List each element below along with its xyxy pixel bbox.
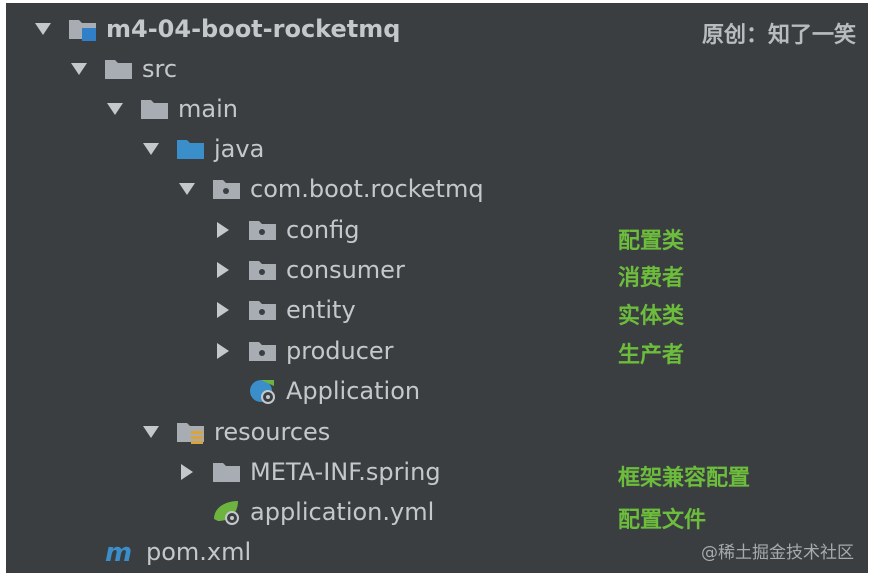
tree-node-label: resources — [214, 418, 331, 446]
annotation-metainf: 框架兼容配置 — [618, 466, 751, 491]
package-folder-icon — [212, 176, 242, 202]
source-root-folder-icon — [176, 136, 206, 162]
maven-icon: m — [104, 539, 138, 565]
tree-node-label: pom.xml — [146, 538, 252, 566]
tree-node-label: META-INF.spring — [250, 458, 441, 486]
tree-node-consumer[interactable]: consumer — [212, 252, 405, 288]
tree-node-label: com.boot.rocketmq — [250, 175, 484, 203]
tree-node-package[interactable]: com.boot.rocketmq — [176, 171, 484, 207]
module-folder-icon — [68, 16, 98, 42]
chevron-down-icon[interactable] — [32, 18, 54, 40]
package-folder-icon — [248, 257, 278, 283]
tree-node-resources[interactable]: resources — [140, 414, 330, 450]
tree-node-label: consumer — [286, 256, 405, 284]
watermark: @稀土掘金技术社区 — [701, 543, 854, 563]
annotation-producer: 生产者 — [618, 343, 685, 368]
tree-node-config[interactable]: config — [212, 212, 359, 248]
credit-label: 原创：知了一笑 — [701, 23, 856, 48]
tree-node-label: Application — [286, 377, 421, 405]
package-folder-icon — [248, 338, 278, 364]
tree-node-appyml[interactable]: application.yml — [212, 494, 434, 530]
tree-node-label: m4-04-boot-rocketmq — [106, 15, 401, 43]
tree-node-root[interactable]: m4-04-boot-rocketmq — [32, 11, 400, 47]
tree-node-label: src — [142, 55, 178, 83]
svg-text:m: m — [105, 539, 132, 565]
folder-icon — [140, 96, 170, 122]
tree-node-entity[interactable]: entity — [212, 292, 356, 328]
tree-node-main[interactable]: main — [104, 91, 238, 127]
annotation-appyml: 配置文件 — [618, 508, 707, 533]
chevron-right-icon[interactable] — [176, 461, 198, 483]
tree-node-label: application.yml — [250, 498, 435, 526]
annotation-entity: 实体类 — [618, 304, 685, 329]
spring-config-file-icon — [212, 499, 242, 525]
resources-folder-icon — [176, 419, 206, 445]
tree-node-producer[interactable]: producer — [212, 333, 394, 369]
tree-node-metainf[interactable]: META-INF.spring — [176, 454, 441, 490]
chevron-right-icon[interactable] — [212, 219, 234, 241]
chevron-down-icon[interactable] — [140, 421, 162, 443]
annotation-consumer: 消费者 — [618, 266, 685, 291]
chevron-down-icon[interactable] — [140, 138, 162, 160]
chevron-down-icon[interactable] — [68, 58, 90, 80]
tree-node-label: config — [286, 216, 360, 244]
tree-node-pom[interactable]: m pom.xml — [104, 534, 251, 570]
tree-node-label: producer — [286, 337, 394, 365]
chevron-right-icon[interactable] — [212, 340, 234, 362]
tree-node-application[interactable]: Application — [248, 373, 420, 409]
package-folder-icon — [248, 217, 278, 243]
chevron-down-icon[interactable] — [176, 178, 198, 200]
package-folder-icon — [248, 297, 278, 323]
tree-node-label: entity — [286, 296, 356, 324]
tree-node-src[interactable]: src — [68, 51, 177, 87]
annotation-config: 配置类 — [618, 229, 685, 254]
spring-boot-class-icon — [248, 378, 278, 404]
folder-icon — [104, 56, 134, 82]
chevron-down-icon[interactable] — [104, 98, 126, 120]
chevron-right-icon[interactable] — [212, 259, 234, 281]
tree-node-label: java — [214, 135, 265, 163]
project-tree-panel: 原创：知了一笑 m4-04-boot-rocketmq src main jav… — [6, 3, 868, 573]
folder-icon — [212, 459, 242, 485]
chevron-right-icon[interactable] — [212, 299, 234, 321]
tree-node-label: main — [178, 95, 238, 123]
tree-node-java[interactable]: java — [140, 131, 264, 167]
